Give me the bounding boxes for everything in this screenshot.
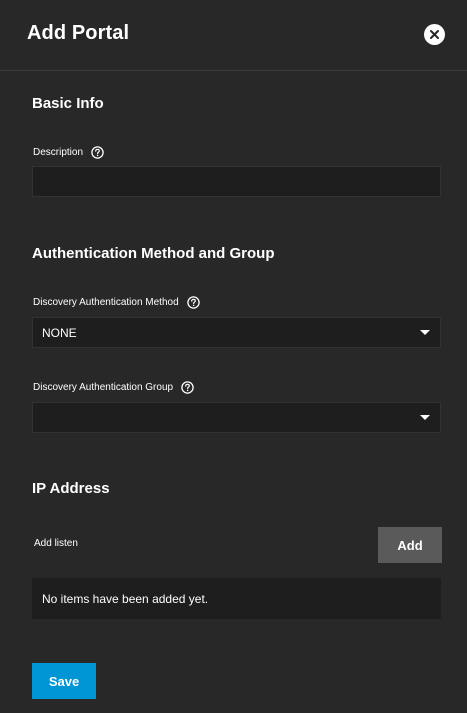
save-button[interactable]: Save: [32, 663, 96, 699]
close-icon: [430, 30, 439, 39]
description-label-row: Description: [33, 146, 104, 159]
listen-list: No items have been added yet.: [32, 578, 441, 619]
auth-method-label: Discovery Authentication Method: [33, 297, 179, 308]
description-label: Description: [33, 147, 84, 158]
help-icon[interactable]: [181, 381, 194, 394]
auth-group-label-row: Discovery Authentication Group: [33, 381, 194, 394]
chevron-down-icon: [420, 415, 430, 420]
auth-group-label: Discovery Authentication Group: [33, 382, 174, 393]
empty-message: No items have been added yet.: [42, 592, 209, 606]
add-listen-button[interactable]: Add: [378, 527, 442, 563]
auth-method-label-row: Discovery Authentication Method: [33, 296, 200, 309]
add-listen-label: Add listen: [34, 538, 78, 549]
authentication-heading: Authentication Method and Group: [32, 245, 275, 262]
ip-address-heading: IP Address: [32, 480, 110, 497]
close-button[interactable]: [424, 24, 445, 45]
panel-header: Add Portal: [0, 0, 467, 71]
description-input[interactable]: [32, 166, 441, 197]
page-title: Add Portal: [27, 22, 130, 44]
chevron-down-icon: [420, 330, 430, 335]
add-portal-panel: Add Portal Basic Info Description Authen…: [0, 0, 467, 713]
auth-method-value: NONE: [42, 326, 77, 340]
auth-group-select[interactable]: [32, 402, 441, 433]
basic-info-heading: Basic Info: [32, 95, 104, 112]
help-icon[interactable]: [91, 146, 104, 159]
auth-method-select[interactable]: NONE: [32, 317, 441, 348]
help-icon[interactable]: [186, 296, 200, 309]
